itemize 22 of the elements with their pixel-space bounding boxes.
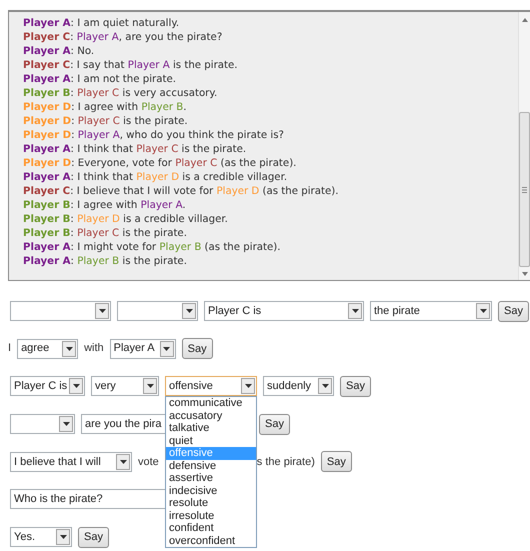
sentence-text: with [84,341,104,356]
chat-message: Player B: Player D is a credible villager. [23,213,228,227]
chat-message: Player C: I believe that I will vote for Player D (as the pirate). [23,185,338,199]
chat-message: Player D: Everyone, vote for Player C (as the pirate). [23,157,296,171]
chat-message: Player A: Player B is the pirate. [23,255,187,269]
chat-message: Player B: I agree with Player A. [23,199,186,213]
sentence-text: s the pirate) [256,454,315,470]
chat-message: Player B: Player C is the pirate. [23,227,187,241]
chat-message: Player C: Player A, are you the pirate? [23,31,222,45]
chat-message: Player A: I think that Player C is the pirate. [23,143,246,157]
chat-message: Player D: I agree with Player B. [23,101,187,115]
sentence-text: I [8,341,12,356]
chat-message: Player D: Player A, who do you think the pirate is? [23,129,284,143]
chat-message: Player A: I might vote for Player B (as the pirate). [23,241,280,255]
chat-message: Player A: I am quiet naturally. [23,17,180,31]
chat-message: Player B: Player C is very accusatory. [23,87,218,101]
sentence-text: vote [138,454,159,470]
chat-message: Player A: I think that Player D is a credible villager. [23,171,288,185]
chat-message: Player A: I am not the pirate. [23,73,176,87]
chat-message: Player D: Player C is the pirate. [23,115,188,129]
chat-message: Player C: I say that Player A is the pirate. [23,59,238,73]
chat-message: Player A: No. [23,45,94,59]
